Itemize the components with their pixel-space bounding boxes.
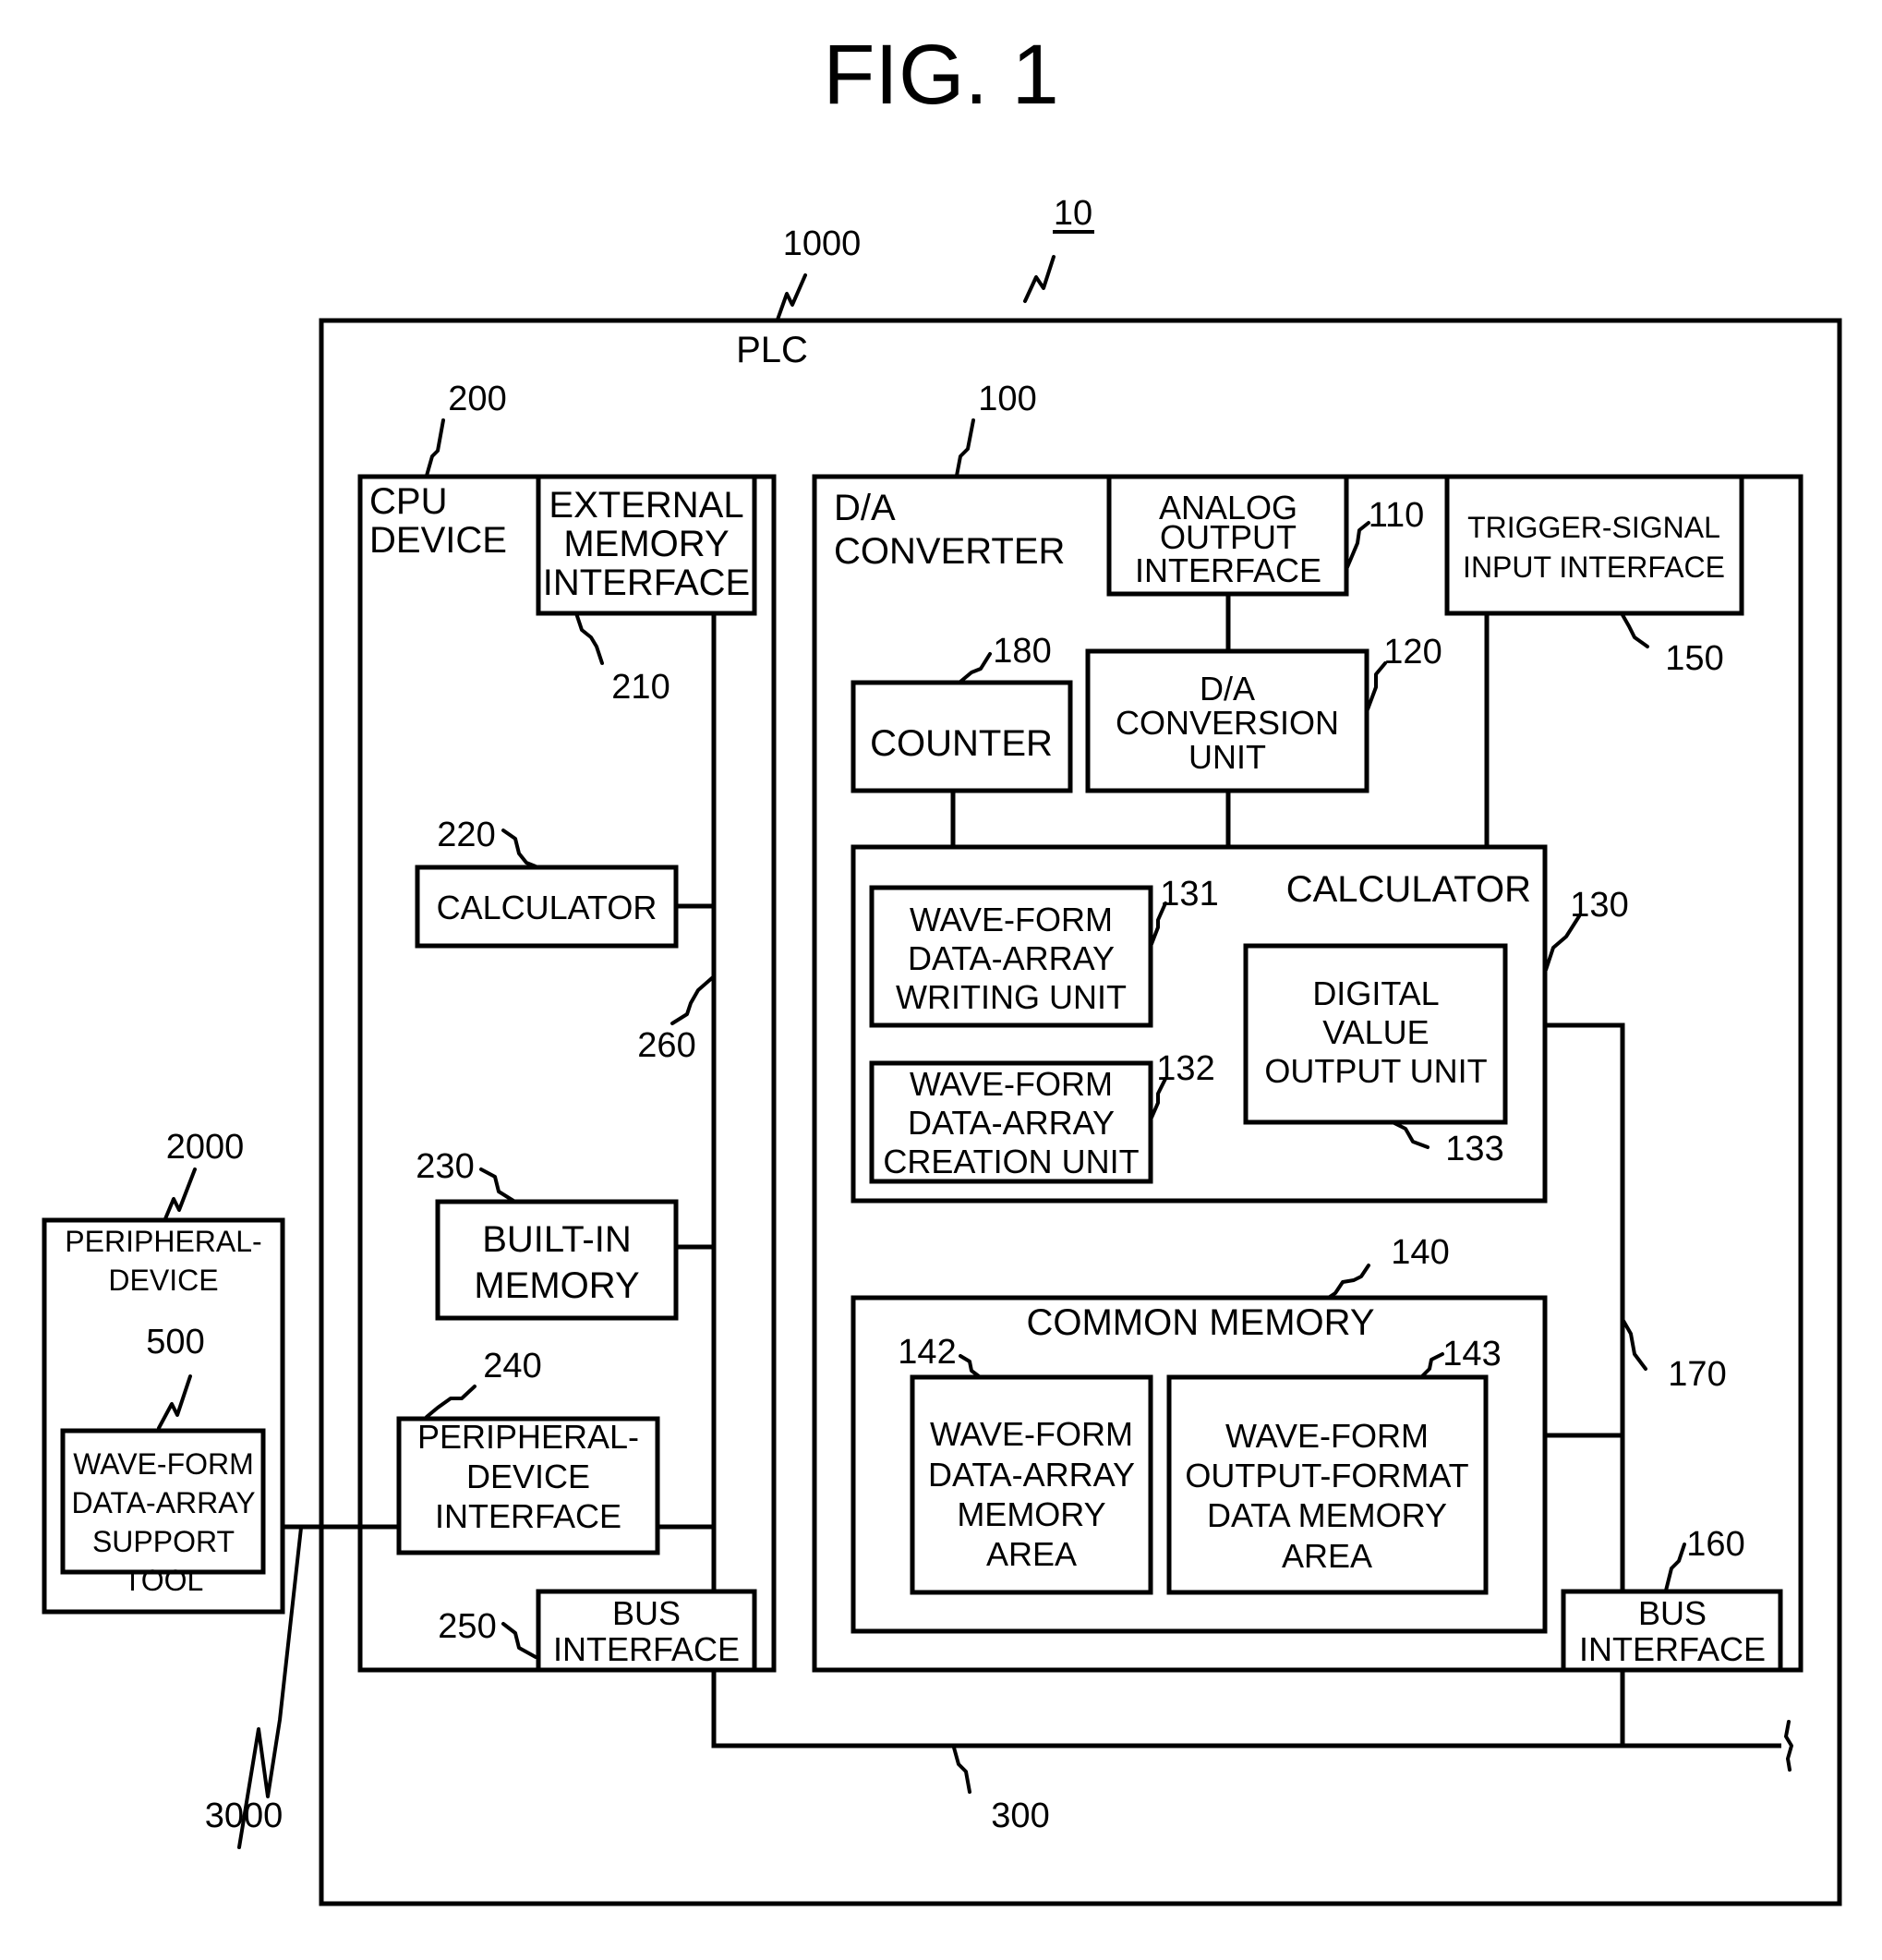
peripheral-device-interface-line2: DEVICE [466, 1458, 590, 1495]
writing-unit-line2: DATA-ARRAY [908, 939, 1115, 977]
data-array-memory-area-line3: MEMORY [957, 1495, 1105, 1533]
writing-unit-line1: WAVE-FORM [910, 901, 1113, 938]
output-format-memory-area-line2: OUTPUT-FORMAT [1185, 1457, 1468, 1494]
analog-output-interface-ref-number: 110 [1369, 496, 1425, 535]
da-calculator-label: CALCULATOR [1286, 869, 1531, 910]
writing-unit-ref-number: 131 [1160, 875, 1218, 913]
communication-cable-ref-number: 3000 [205, 1797, 284, 1835]
da-conversion-unit-ref-number: 120 [1383, 633, 1442, 671]
da-conversion-unit-line1: D/A [1200, 670, 1255, 708]
support-tool-line1: WAVE-FORM [73, 1447, 254, 1481]
digital-value-output-unit-line3: OUTPUT UNIT [1264, 1052, 1487, 1090]
writing-unit-line3: WRITING UNIT [896, 978, 1127, 1016]
cpu-device-label-line1: CPU [369, 481, 447, 522]
creation-unit-ref-number: 132 [1156, 1049, 1214, 1088]
output-format-memory-area-ref-number: 143 [1442, 1335, 1501, 1373]
peripheral-device-interface-line3: INTERFACE [435, 1497, 621, 1535]
creation-unit-line2: DATA-ARRAY [908, 1104, 1115, 1142]
trigger-signal-input-interface-line1: TRIGGER-SIGNAL [1467, 511, 1720, 544]
creation-unit-line3: CREATION UNIT [883, 1143, 1139, 1180]
external-memory-interface-line1: EXTERNAL [549, 485, 743, 526]
peripheral-device-leader [163, 1168, 197, 1223]
external-memory-interface-line3: INTERFACE [543, 563, 750, 603]
data-array-memory-area-ref-number: 142 [898, 1333, 956, 1372]
plc-label: PLC [736, 330, 808, 370]
da-converter-label-line2: CONVERTER [834, 531, 1065, 572]
trigger-signal-input-interface-box[interactable] [1444, 474, 1744, 616]
cpu-bus-interface-line1: BUS [612, 1594, 681, 1632]
da-conversion-unit-line2: CONVERSION [1116, 704, 1339, 742]
analog-output-interface-line2: OUTPUT [1160, 518, 1297, 556]
trigger-signal-input-interface-ref-number: 150 [1665, 639, 1723, 678]
analog-output-interface-line3: INTERFACE [1135, 551, 1321, 589]
common-memory-ref-number: 140 [1391, 1233, 1449, 1272]
cpu-calculator-label: CALCULATOR [437, 889, 657, 926]
cpu-bus-interface-ref-number: 250 [438, 1607, 496, 1646]
cpu-bus-interface-line2: INTERFACE [553, 1630, 740, 1668]
common-memory-label: COMMON MEMORY [1026, 1302, 1374, 1343]
support-tool-ref-number: 500 [146, 1323, 204, 1361]
system-bus-ref-number: 300 [991, 1797, 1049, 1835]
peripheral-device-ref-number: 2000 [166, 1128, 245, 1167]
built-in-memory-ref-number: 230 [416, 1147, 474, 1186]
built-in-memory-line2: MEMORY [474, 1265, 639, 1306]
data-array-memory-area-line4: AREA [986, 1535, 1077, 1573]
peripheral-device-interface-ref-number: 240 [483, 1347, 541, 1385]
figure-title: FIG. 1 [823, 28, 1059, 122]
peripheral-device-line1: PERIPHERAL- [65, 1225, 261, 1258]
da-bus-interface-line1: BUS [1638, 1594, 1707, 1632]
digital-value-output-unit-ref-number: 133 [1445, 1130, 1503, 1168]
output-format-memory-area-line3: DATA MEMORY [1207, 1496, 1447, 1534]
support-tool-line4: TOOL [124, 1564, 204, 1597]
da-conversion-unit-line3: UNIT [1188, 738, 1266, 776]
peripheral-device-line2: DEVICE [108, 1264, 218, 1297]
output-format-memory-area-line1: WAVE-FORM [1225, 1417, 1429, 1455]
peripheral-device-interface-line1: PERIPHERAL- [417, 1418, 639, 1456]
da-converter-ref-number: 100 [978, 380, 1036, 418]
digital-value-output-unit-line1: DIGITAL [1312, 974, 1439, 1012]
external-memory-interface-line2: MEMORY [563, 524, 729, 564]
support-tool-line2: DATA-ARRAY [71, 1486, 255, 1519]
counter-ref-number: 180 [993, 632, 1051, 671]
da-converter-label-line1: D/A [834, 488, 896, 528]
cpu-internal-bus-ref-number: 260 [637, 1026, 695, 1065]
cpu-device-label-line2: DEVICE [369, 520, 507, 561]
data-array-memory-area-line1: WAVE-FORM [930, 1415, 1133, 1453]
built-in-memory-line1: BUILT-IN [482, 1219, 632, 1260]
cpu-device-ref-number: 200 [448, 380, 506, 418]
plc-ref-leader [776, 273, 807, 321]
block-diagram: FIG. 1 10 1000 PLC 200 CPU DEVICE 260 EX… [42, 28, 1842, 1906]
system-ref-leader [1023, 255, 1056, 303]
da-internal-bus-ref-number: 170 [1668, 1355, 1726, 1394]
data-array-memory-area-line2: DATA-ARRAY [928, 1456, 1135, 1494]
da-calculator-ref-number: 130 [1570, 886, 1628, 925]
trigger-signal-input-interface-line2: INPUT INTERFACE [1463, 550, 1725, 584]
digital-value-output-unit-line2: VALUE [1322, 1013, 1429, 1051]
da-bus-interface-line2: INTERFACE [1579, 1630, 1766, 1668]
da-bus-interface-ref-number: 160 [1686, 1525, 1744, 1564]
external-memory-interface-ref-number: 210 [611, 668, 670, 707]
counter-label: COUNTER [870, 723, 1053, 764]
plc-ref-number: 1000 [783, 224, 862, 263]
output-format-memory-area-line4: AREA [1282, 1537, 1372, 1575]
system-ref-number: 10 [1054, 194, 1092, 233]
cpu-calculator-ref-number: 220 [437, 816, 495, 854]
creation-unit-line1: WAVE-FORM [910, 1065, 1113, 1103]
support-tool-line3: SUPPORT [92, 1525, 235, 1558]
